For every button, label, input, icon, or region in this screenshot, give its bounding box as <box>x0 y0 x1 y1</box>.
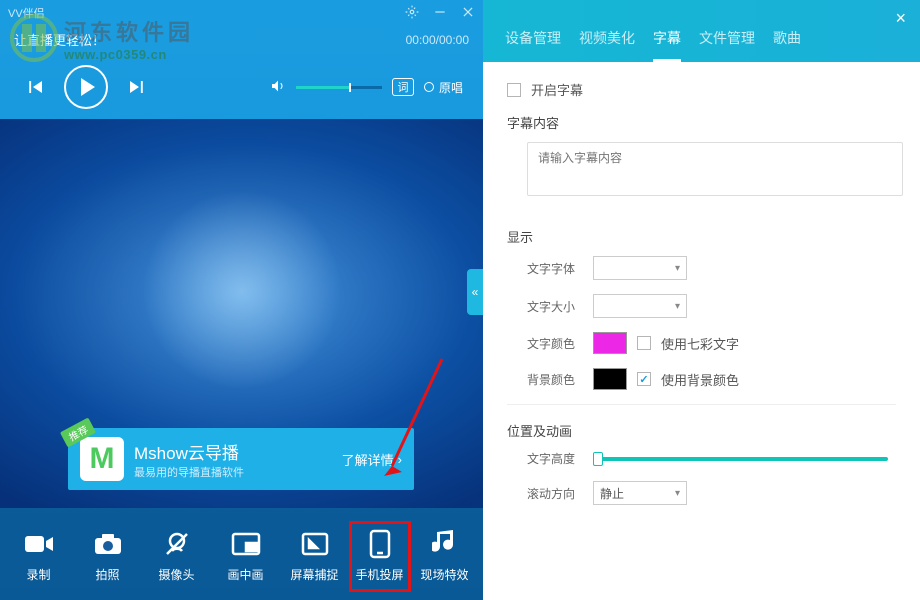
radio-icon <box>424 82 434 92</box>
size-label: 文字大小 <box>527 298 583 315</box>
time-display: 00:00/00:00 <box>406 33 469 47</box>
effects-icon <box>429 530 461 558</box>
enable-subtitle-label: 开启字幕 <box>531 80 583 99</box>
use-bg-label: 使用背景颜色 <box>661 370 739 389</box>
watermark: 河东软件园 www.pc0359.cn <box>10 14 194 62</box>
text-color-swatch[interactable] <box>593 332 627 354</box>
height-label: 文字高度 <box>527 450 583 467</box>
close-icon[interactable] <box>461 5 475 22</box>
tool-pip[interactable]: 画中画 <box>215 530 277 583</box>
phone-cast-icon <box>364 530 396 558</box>
text-color-label: 文字颜色 <box>527 335 583 352</box>
play-button[interactable] <box>64 65 108 109</box>
promo-logo-icon: M <box>80 437 124 481</box>
camera-off-icon <box>161 530 193 558</box>
volume-slider[interactable] <box>296 86 382 89</box>
size-select[interactable]: ▾ <box>593 294 687 318</box>
font-label: 文字字体 <box>527 260 583 277</box>
side-expand-tab[interactable]: « <box>467 269 483 315</box>
tab-beauty[interactable]: 视频美化 <box>579 28 635 62</box>
close-panel-icon[interactable]: × <box>895 8 906 29</box>
tool-photo[interactable]: 拍照 <box>77 530 139 583</box>
scroll-select[interactable]: 静止▾ <box>593 481 687 505</box>
watermark-cn: 河东软件园 <box>64 15 194 47</box>
bottom-toolbar: 录制 拍照 摄像头 画中画 屏幕捕捉 手机投屏 现场特效 <box>0 508 483 600</box>
volume-icon[interactable] <box>270 78 286 97</box>
photo-icon <box>92 530 124 558</box>
font-select[interactable]: ▾ <box>593 256 687 280</box>
lyrics-button[interactable]: 词 <box>392 78 414 96</box>
watermark-logo-icon <box>10 14 58 62</box>
tool-record[interactable]: 录制 <box>8 530 70 583</box>
tool-effects[interactable]: 现场特效 <box>414 530 476 583</box>
watermark-url: www.pc0359.cn <box>64 47 194 62</box>
scroll-label: 滚动方向 <box>527 485 583 502</box>
position-section-label: 位置及动画 <box>507 421 896 440</box>
promo-card[interactable]: 推荐 M Mshow云导播 最易用的导播直播软件 了解详情› <box>68 428 414 490</box>
settings-tabs: × 设备管理 视频美化 字幕 文件管理 歌曲 <box>483 0 920 62</box>
prev-track-button[interactable] <box>26 78 46 96</box>
display-section-label: 显示 <box>507 227 896 246</box>
promo-link[interactable]: 了解详情› <box>342 450 402 469</box>
use-bg-checkbox[interactable] <box>637 372 651 386</box>
bg-color-swatch[interactable] <box>593 368 627 390</box>
enable-subtitle-checkbox[interactable] <box>507 83 521 97</box>
subtitle-content-input[interactable] <box>527 142 903 196</box>
text-height-slider[interactable] <box>593 457 888 461</box>
tab-songs[interactable]: 歌曲 <box>773 28 801 62</box>
rainbow-checkbox[interactable] <box>637 336 651 350</box>
tab-subtitle[interactable]: 字幕 <box>653 28 681 62</box>
separator <box>507 404 896 405</box>
pip-icon <box>230 530 262 558</box>
settings-icon[interactable] <box>405 5 419 22</box>
tab-device[interactable]: 设备管理 <box>505 28 561 62</box>
tab-files[interactable]: 文件管理 <box>699 28 755 62</box>
capture-icon <box>299 530 331 558</box>
minimize-icon[interactable] <box>433 5 447 22</box>
original-vocal-toggle[interactable]: 原唱 <box>424 79 463 96</box>
promo-title: Mshow云导播 <box>134 439 332 464</box>
tool-screen-capture[interactable]: 屏幕捕捉 <box>284 530 346 583</box>
record-icon <box>23 530 55 558</box>
rainbow-label: 使用七彩文字 <box>661 334 739 353</box>
bg-color-label: 背景颜色 <box>527 371 583 388</box>
play-icon <box>81 78 95 96</box>
video-preview: « 推荐 M Mshow云导播 最易用的导播直播软件 了解详情› <box>0 119 483 508</box>
promo-subtitle: 最易用的导播直播软件 <box>134 464 332 480</box>
tool-camera[interactable]: 摄像头 <box>146 530 208 583</box>
next-track-button[interactable] <box>126 78 146 96</box>
tool-phone-cast[interactable]: 手机投屏 <box>349 521 411 592</box>
content-section-label: 字幕内容 <box>507 113 896 132</box>
